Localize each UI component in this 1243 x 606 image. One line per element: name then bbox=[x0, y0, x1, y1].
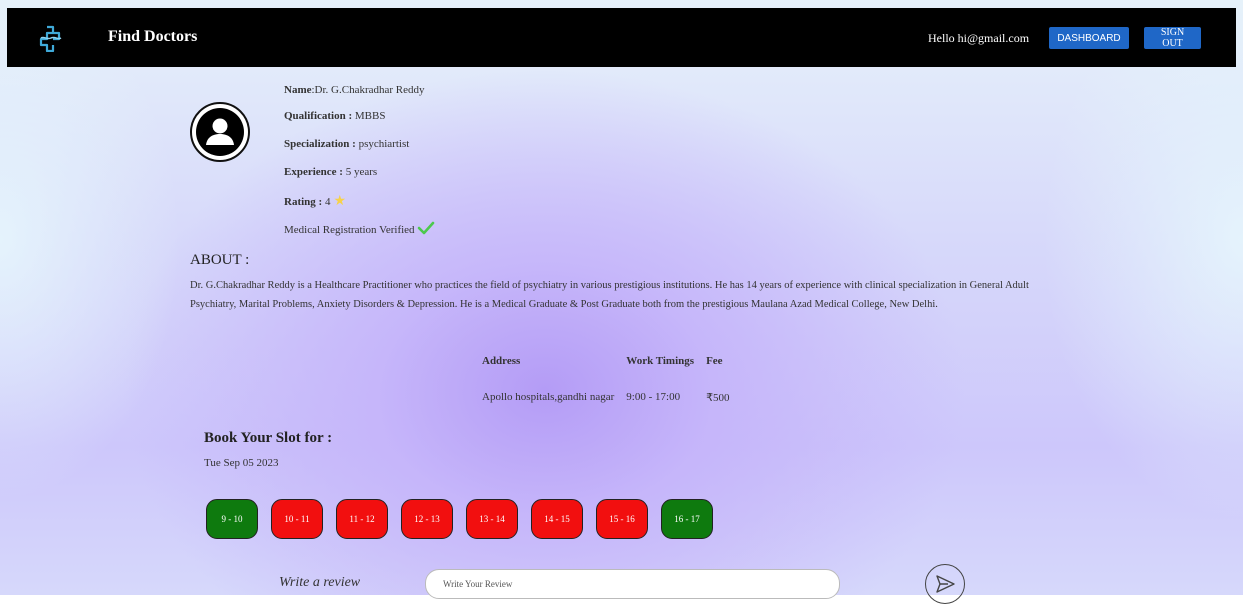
table-header-row: Address Work Timings Fee bbox=[476, 350, 736, 372]
slot-list: 9 - 10 10 - 11 11 - 12 12 - 13 13 - 14 1… bbox=[206, 499, 713, 539]
fee-value: ₹500 bbox=[706, 391, 730, 404]
sign-out-button[interactable]: SIGN OUT bbox=[1144, 27, 1201, 49]
slot-button[interactable]: 14 - 15 bbox=[531, 499, 583, 539]
write-review-label: Write a review bbox=[279, 575, 361, 590]
send-review-button[interactable] bbox=[925, 564, 965, 604]
slot-button[interactable]: 10 - 11 bbox=[271, 499, 323, 539]
doctor-rating: Rating : 4 ★ bbox=[284, 194, 347, 209]
brand-title[interactable]: Find Doctors bbox=[108, 28, 197, 46]
logo-icon[interactable] bbox=[37, 24, 65, 53]
doctor-avatar bbox=[190, 102, 250, 162]
top-navbar: Find Doctors Hello hi@gmail.com DASHBOAR… bbox=[7, 8, 1236, 67]
slot-button[interactable]: 16 - 17 bbox=[661, 499, 713, 539]
doctor-specialization: Specialization : psychiartist bbox=[284, 138, 410, 150]
doctor-qualification: Qualification : MBBS bbox=[284, 110, 386, 122]
slot-button[interactable]: 11 - 12 bbox=[336, 499, 388, 539]
doctor-details-table: Address Work Timings Fee Apollo hospital… bbox=[476, 350, 736, 422]
about-text: Dr. G.Chakradhar Reddy is a Healthcare P… bbox=[190, 280, 1029, 310]
slot-button[interactable]: 12 - 13 bbox=[401, 499, 453, 539]
doctor-experience: Experience : 5 years bbox=[284, 166, 378, 178]
slot-button[interactable]: 9 - 10 bbox=[206, 499, 258, 539]
slot-button[interactable]: 13 - 14 bbox=[466, 499, 518, 539]
doctor-name: Name:Dr. G.Chakradhar Reddy bbox=[284, 84, 425, 96]
work-timings-value: 9:00 - 17:00 bbox=[626, 391, 681, 403]
fee-header: Fee bbox=[706, 355, 723, 367]
table-row: Apollo hospitals,gandhi nagar 9:00 - 17:… bbox=[476, 372, 736, 422]
star-icon: ★ bbox=[333, 194, 347, 209]
user-greeting: Hello hi@gmail.com bbox=[928, 31, 1030, 45]
slot-button[interactable]: 15 - 16 bbox=[596, 499, 648, 539]
address-header: Address bbox=[482, 355, 521, 367]
user-circle-icon bbox=[196, 108, 244, 156]
send-icon bbox=[936, 575, 955, 593]
checkmark-icon bbox=[417, 221, 435, 235]
booking-date: Tue Sep 05 2023 bbox=[204, 457, 279, 469]
work-timings-header: Work Timings bbox=[626, 355, 695, 367]
registration-verified: Medical Registration Verified bbox=[284, 221, 435, 236]
book-slot-heading: Book Your Slot for : bbox=[204, 430, 333, 446]
dashboard-button[interactable]: DASHBOARD bbox=[1049, 27, 1129, 49]
about-heading: ABOUT : bbox=[190, 252, 250, 268]
address-value: Apollo hospitals,gandhi nagar bbox=[482, 391, 615, 403]
